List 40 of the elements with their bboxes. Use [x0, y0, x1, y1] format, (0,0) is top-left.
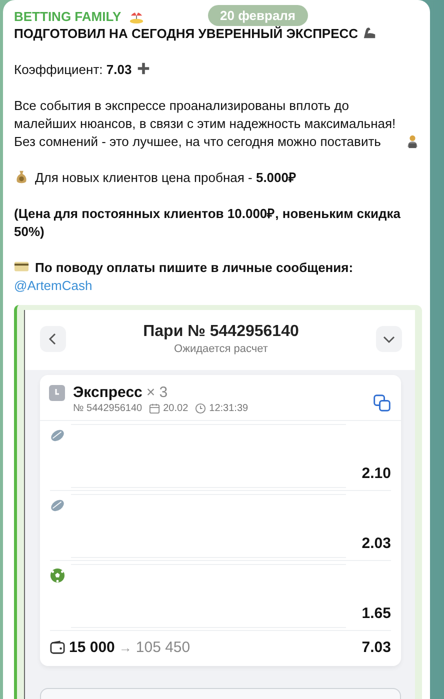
- message-text: Коэффициент: 7.03: [14, 62, 132, 77]
- hockey-puck-icon: [50, 428, 65, 443]
- date-pill: 20 февраля: [208, 5, 308, 26]
- total-odds: 7.03: [362, 639, 391, 656]
- person-at-laptop-icon: [405, 134, 420, 149]
- chevron-left-icon: [48, 333, 58, 345]
- flexed-arm-icon: [362, 25, 378, 40]
- bet-time: 12:31:39: [209, 403, 248, 414]
- bet-title: Пари № 5442956140: [143, 323, 299, 341]
- bet-date: 20.02: [163, 403, 188, 414]
- copy-icon[interactable]: [373, 394, 391, 412]
- event-count: × 3: [146, 384, 168, 401]
- message-title: ПОДГОТОВИЛ НА СЕГОДНЯ УВЕРЕННЫЙ ЭКСПРЕСС: [14, 26, 358, 41]
- wallet-icon: [50, 640, 65, 655]
- message-text: Для новых клиентов цена пробная - 5.000₽: [35, 170, 297, 185]
- clock-icon: [49, 385, 65, 401]
- calendar-icon: [149, 403, 160, 414]
- username-link[interactable]: @ArtemCash: [14, 278, 92, 293]
- payout-amount: 105 450: [136, 639, 190, 656]
- bet-number: № 5442956140: [73, 403, 142, 414]
- back-button[interactable]: [40, 326, 66, 352]
- expand-button[interactable]: [376, 326, 402, 352]
- event-odds: 1.65: [362, 605, 391, 622]
- stake-amount: 15 000: [69, 639, 115, 656]
- soccer-ball-icon: [50, 568, 65, 583]
- plus-icon: [136, 61, 151, 76]
- bet-type: Экспресс: [73, 384, 142, 401]
- arrow-text: →: [118, 640, 132, 655]
- message-text: По поводу оплаты пишите в личные сообщения:: [35, 260, 354, 275]
- message-text: (Цена для постоянных клиентов 10.000₽, новеньким скидка 50%): [14, 206, 401, 239]
- money-bag-icon: [14, 169, 29, 184]
- clock-icon: [195, 403, 206, 414]
- event-odds: 2.03: [362, 535, 391, 552]
- event-odds: 2.10: [362, 465, 391, 482]
- message-text: Все события в экспрессе проанализированы вплоть до малейших нюансов, в связи с этим надежность максимальная! Без сомнений - это лучшее, на что сегодня можно поставить: [14, 97, 397, 151]
- chevron-down-icon: [383, 334, 395, 344]
- bet-status: Ожидается расчет: [174, 343, 268, 355]
- hockey-puck-icon: [50, 498, 65, 513]
- credit-card-icon: [14, 259, 29, 274]
- channel-name[interactable]: BETTING FAMILY: [14, 8, 122, 24]
